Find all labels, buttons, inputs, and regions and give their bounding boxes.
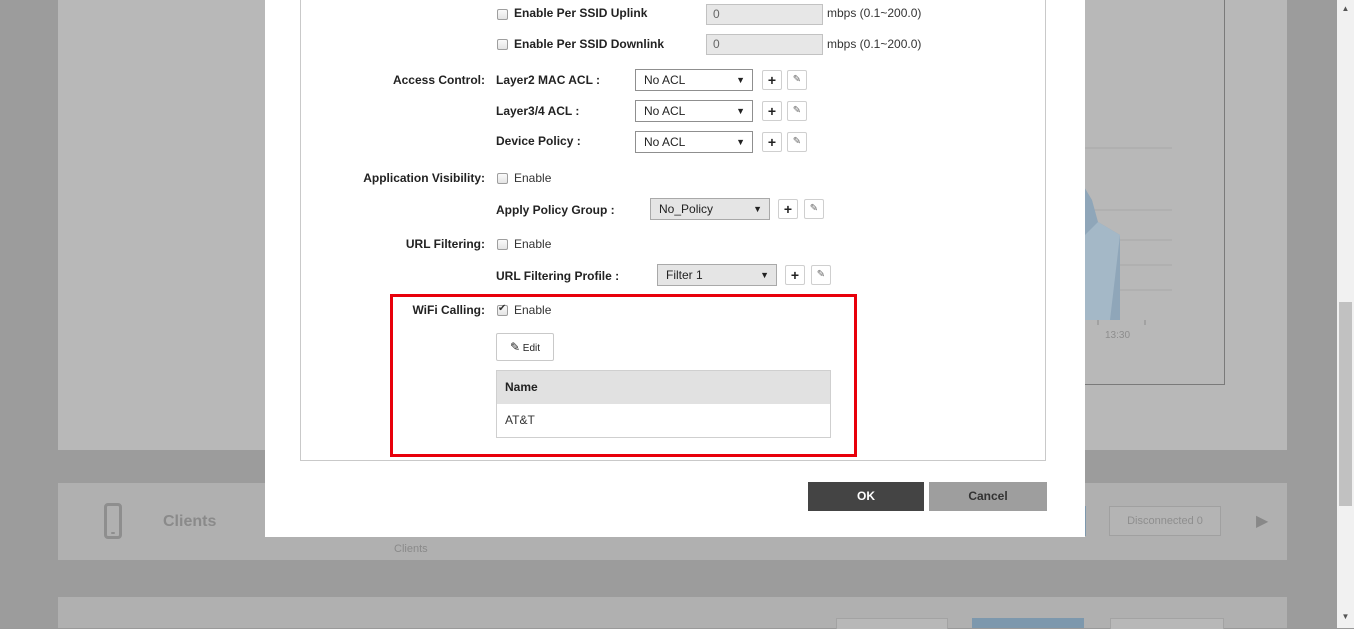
chevron-down-icon: ▼: [736, 137, 745, 147]
chevron-down-icon: ▼: [760, 270, 769, 280]
wifi-calling-label: WiFi Calling:: [412, 303, 485, 317]
url-filtering-label: URL Filtering:: [405, 237, 485, 251]
app-visibility-label: Application Visibility:: [363, 171, 485, 185]
ok-button[interactable]: OK: [808, 482, 924, 511]
cancel-button[interactable]: Cancel: [929, 482, 1047, 511]
clients-title: Clients: [163, 513, 217, 530]
edit-url-filtering-profile-button[interactable]: ✎: [811, 265, 831, 285]
background-panel-bottom: [58, 597, 1287, 628]
url-filtering-profile-select[interactable]: Filter 1 ▼: [657, 264, 777, 286]
edit-button-label: Edit: [522, 343, 541, 354]
per-ssid-downlink-label: Enable Per SSID Downlink: [514, 37, 665, 51]
edit-device-policy-button[interactable]: ✎: [787, 132, 807, 152]
app-visibility-enable-label: Enable: [514, 171, 552, 185]
device-policy-value: No ACL: [644, 135, 686, 149]
policy-group-label: Apply Policy Group :: [496, 203, 615, 217]
layer2-acl-select[interactable]: No ACL ▼: [635, 69, 753, 91]
add-layer34-acl-button[interactable]: +: [762, 101, 782, 121]
clients-subtitle: Clients: [394, 543, 428, 555]
layer34-acl-value: No ACL: [644, 104, 686, 118]
layer2-acl-label: Layer2 MAC ACL :: [496, 73, 601, 87]
url-filtering-profile-value: Filter 1: [666, 268, 703, 282]
layer34-acl-label: Layer3/4 ACL :: [496, 104, 580, 118]
scroll-down-arrow-icon[interactable]: ▼: [1337, 612, 1354, 621]
phone-icon: [104, 503, 122, 539]
layer2-acl-value: No ACL: [644, 73, 686, 87]
background-button: [836, 618, 948, 629]
url-filtering-enable-label: Enable: [514, 237, 552, 251]
scroll-up-arrow-icon[interactable]: ▲: [1337, 4, 1354, 13]
url-filtering-checkbox[interactable]: [497, 239, 508, 250]
access-control-label: Access Control:: [392, 73, 485, 87]
device-policy-label: Device Policy :: [496, 134, 581, 148]
add-url-filtering-profile-button[interactable]: +: [785, 265, 805, 285]
wifi-calling-table: Name AT&T: [496, 370, 831, 438]
per-ssid-uplink-checkbox[interactable]: [497, 9, 508, 20]
per-ssid-uplink-unit: mbps (0.1~200.0): [827, 6, 922, 20]
wifi-calling-checkbox[interactable]: [497, 303, 508, 316]
per-ssid-downlink-input[interactable]: 0: [706, 34, 823, 55]
chevron-down-icon: ▼: [736, 106, 745, 116]
chart-time-label: 13:30: [1105, 330, 1131, 341]
add-policy-group-button[interactable]: +: [778, 199, 798, 219]
chevron-down-icon: ▼: [753, 204, 762, 214]
disconnected-button: Disconnected 0: [1109, 506, 1221, 536]
table-row[interactable]: AT&T: [497, 404, 830, 437]
background-button-active: [972, 618, 1084, 628]
scroll-thumb[interactable]: [1339, 302, 1352, 506]
background-button: [1110, 618, 1224, 629]
per-ssid-uplink-label: Enable Per SSID Uplink: [514, 6, 648, 20]
pencil-icon: ✎: [509, 340, 521, 354]
per-ssid-downlink-checkbox[interactable]: [497, 39, 508, 50]
url-filtering-profile-label: URL Filtering Profile :: [496, 269, 620, 283]
edit-layer34-acl-button[interactable]: ✎: [787, 101, 807, 121]
policy-group-value: No_Policy: [659, 202, 714, 216]
edit-policy-group-button[interactable]: ✎: [804, 199, 824, 219]
policy-group-select[interactable]: No_Policy ▼: [650, 198, 770, 220]
per-ssid-downlink-unit: mbps (0.1~200.0): [827, 37, 922, 51]
device-policy-select[interactable]: No ACL ▼: [635, 131, 753, 153]
wifi-calling-enable-label: Enable: [514, 303, 552, 317]
chevron-down-icon: ▼: [736, 75, 745, 85]
app-visibility-checkbox[interactable]: [497, 173, 508, 184]
wifi-calling-edit-button[interactable]: ✎ Edit: [496, 333, 554, 361]
wlan-settings-dialog: Enable Per SSID Uplink 0 mbps (0.1~200.0…: [265, 0, 1085, 537]
table-header-name: Name: [497, 371, 830, 404]
edit-layer2-acl-button[interactable]: ✎: [787, 70, 807, 90]
background-chart: [1080, 147, 1172, 325]
add-device-policy-button[interactable]: +: [762, 132, 782, 152]
per-ssid-uplink-input[interactable]: 0: [706, 4, 823, 25]
add-layer2-acl-button[interactable]: +: [762, 70, 782, 90]
play-icon: ▶: [1256, 513, 1269, 530]
layer34-acl-select[interactable]: No ACL ▼: [635, 100, 753, 122]
